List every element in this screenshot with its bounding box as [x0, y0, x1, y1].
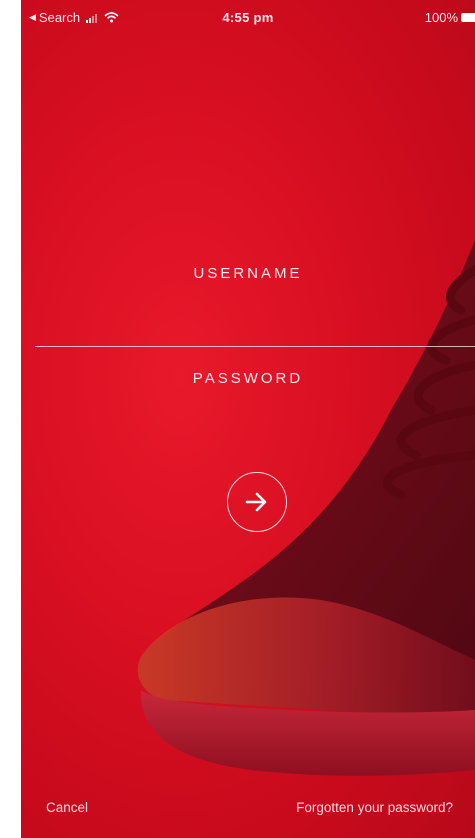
- shoe-image: [137, 240, 475, 776]
- forgot-password-link[interactable]: Forgotten your password?: [296, 800, 453, 815]
- status-bar: ◀ Search 4:55 pm 100%: [21, 0, 475, 38]
- submit-button[interactable]: [227, 472, 287, 532]
- password-field[interactable]: PASSWORD: [21, 370, 475, 387]
- login-screen: ◀ Search 4:55 pm 100% USERNAME PASSWORD …: [21, 0, 475, 838]
- username-field[interactable]: USERNAME: [21, 265, 475, 282]
- field-divider: [35, 346, 475, 347]
- arrow-right-icon: [245, 492, 267, 512]
- battery-percent: 100%: [424, 10, 458, 25]
- cancel-button[interactable]: Cancel: [46, 800, 88, 815]
- battery-icon: [461, 13, 475, 22]
- status-time: 4:55 pm: [222, 10, 274, 25]
- status-right: 100%: [425, 10, 475, 25]
